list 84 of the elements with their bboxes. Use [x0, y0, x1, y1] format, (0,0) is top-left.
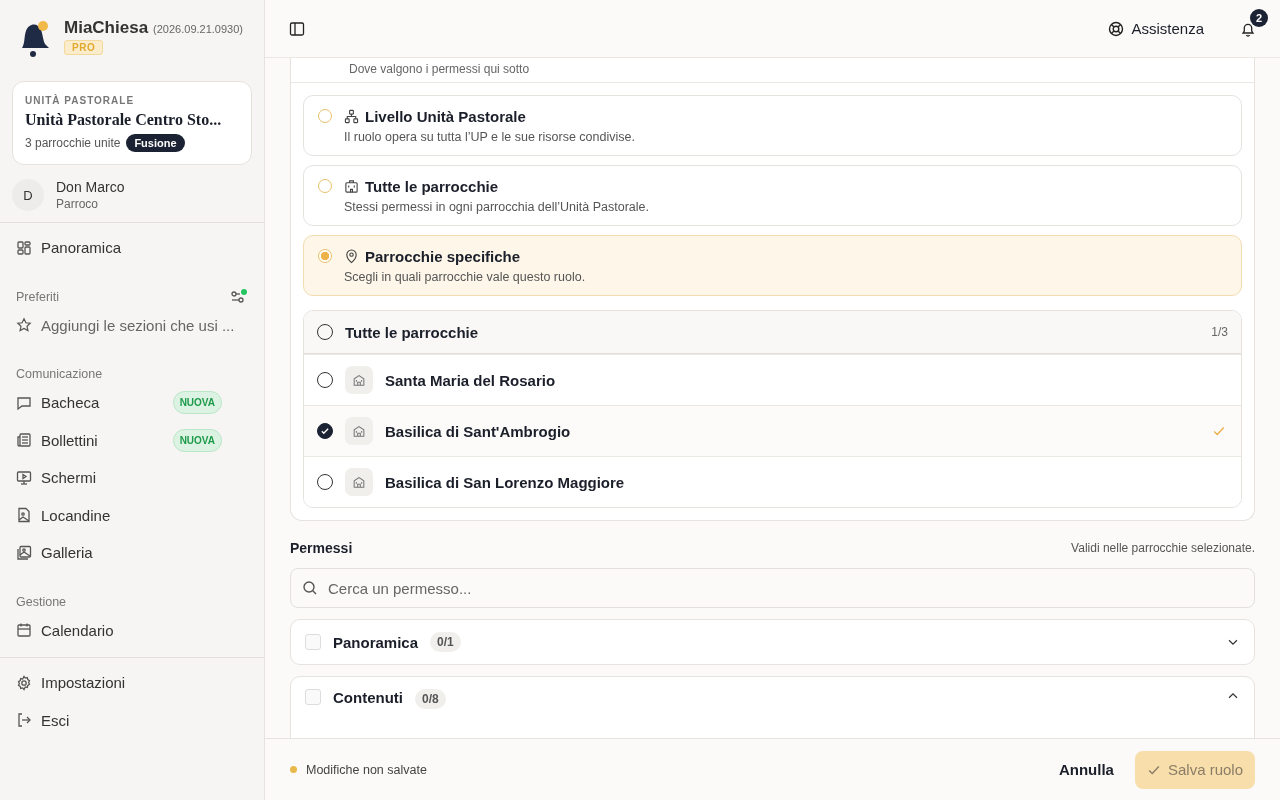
scope-subtitle: Dove valgono i permessi qui sotto — [349, 62, 530, 76]
gallery-icon — [16, 544, 32, 561]
unsaved-status: Modifiche non salvate — [306, 762, 428, 777]
parish-count: 3 parrocchie unite — [25, 136, 121, 150]
check-icon — [320, 426, 330, 436]
select-all-label: Tutte le parrocchie — [345, 323, 480, 341]
church-icon — [345, 468, 373, 496]
checkbox[interactable] — [317, 423, 333, 439]
option-description: Stessi permessi in ogni parrocchia dell’Unità Pastorale. — [344, 200, 649, 214]
calendar-icon — [16, 622, 32, 639]
user-name: Don Marco — [56, 179, 125, 195]
sidebar-item[interactable]: Impostazioni — [16, 664, 248, 702]
add-favorites-item[interactable]: Aggiungi le sezioni che usi ... — [16, 306, 248, 344]
sidebar-item[interactable]: Schermi — [16, 459, 96, 497]
group-name: Panoramica — [333, 633, 419, 651]
notification-count: 2 — [1250, 8, 1268, 27]
scope-option[interactable]: Parrocchie specifiche Scegli in quali parrocchie vale questo ruolo. — [303, 235, 1242, 296]
option-title: Parrocchie specifiche — [365, 248, 521, 265]
check-icon — [1212, 424, 1226, 438]
section-title: Gestione — [16, 594, 67, 609]
parish-name: Basilica di Sant'Ambrogio — [385, 422, 572, 440]
lifebuoy-icon — [1108, 20, 1125, 37]
sidebar-item[interactable]: Calendario — [16, 611, 114, 649]
search-icon — [302, 580, 318, 596]
image-file-icon — [16, 507, 32, 524]
grid-icon — [16, 239, 32, 256]
radio-button[interactable] — [318, 249, 332, 263]
select-all-row[interactable]: Tutte le parrocchie 1/3 — [304, 311, 1241, 354]
parish-row[interactable]: Basilica di San Lorenzo Maggiore — [304, 456, 1241, 507]
selection-count: 1/3 — [1211, 325, 1228, 339]
unit-card[interactable]: UNITÀ PASTORALE Unità Pastorale Centro Sto... 3 parrocchie unite Fusione — [12, 81, 252, 165]
app-version: (2026.09.21.0930) — [153, 23, 243, 35]
permission-group[interactable]: Panoramica 0/1 — [290, 619, 1255, 665]
option-title: Livello Unità Pastorale — [365, 108, 526, 125]
monitor-play-icon — [16, 469, 32, 486]
permissions-title: Permessi — [290, 540, 353, 556]
permission-group[interactable]: Contenuti 0/8 — [290, 676, 1255, 738]
group-count: 0/1 — [430, 632, 461, 652]
app-name: MiaChiesa — [64, 18, 149, 38]
sidebar-item[interactable]: Panoramica — [16, 229, 248, 267]
unit-label: UNITÀ PASTORALE — [25, 95, 136, 106]
sidebar-item[interactable]: Esci — [16, 701, 248, 739]
new-badge: NUOVA — [172, 428, 222, 452]
sidebar-item[interactable]: Galleria — [16, 534, 93, 572]
help-button[interactable]: Assistenza — [1108, 20, 1204, 37]
plan-badge: PRO — [64, 40, 104, 55]
scope-option[interactable]: Livello Unità Pastorale Il ruolo opera su tutta l’UP e le sue risorse condivise. — [303, 95, 1242, 156]
hierarchy-icon — [344, 109, 359, 124]
group-name: Contenuti — [333, 689, 403, 706]
unit-name: Unità Pastorale Centro Sto... — [25, 111, 223, 129]
group-count: 0/8 — [415, 689, 446, 709]
chat-icon — [16, 394, 32, 411]
church-icon — [345, 366, 373, 394]
sidebar-item[interactable]: Locandine — [16, 496, 111, 534]
option-description: Scegli in quali parrocchie vale questo ruolo. — [344, 270, 586, 284]
user-avatar: D — [12, 179, 44, 211]
sidebar-item[interactable]: Bollettini — [16, 421, 98, 459]
settings-icon — [16, 674, 32, 691]
section-title: Comunicazione — [16, 367, 103, 381]
radio-button[interactable] — [318, 179, 332, 193]
sidebar-toggle-icon[interactable] — [289, 20, 305, 37]
church-icon — [345, 417, 373, 445]
search-field[interactable]: Cerca un permesso... — [290, 568, 1255, 608]
newspaper-icon — [16, 432, 32, 449]
settings-toggle-icon[interactable] — [230, 288, 248, 305]
radio-button[interactable] — [318, 109, 332, 123]
sidebar-item[interactable]: Bacheca — [16, 384, 100, 422]
option-description: Il ruolo opera su tutta l’UP e le sue risorse condivise. — [344, 130, 635, 144]
building-icon — [344, 179, 359, 194]
option-title: Tutte le parrocchie — [365, 178, 499, 195]
cancel-button[interactable]: Annulla — [1048, 753, 1124, 786]
merge-badge: Fusione — [126, 134, 185, 152]
parish-row[interactable]: Basilica di Sant'Ambrogio — [304, 405, 1241, 456]
parish-name: Basilica di San Lorenzo Maggiore — [385, 473, 626, 491]
status-dot — [290, 766, 297, 773]
scope-option[interactable]: Tutte le parrocchie Stessi permessi in ogni parrocchia dell’Unità Pastorale. — [303, 165, 1242, 226]
new-badge: NUOVA — [172, 391, 222, 415]
section-title: Preferiti — [16, 289, 60, 304]
map-pin-icon — [344, 249, 359, 264]
logout-icon — [16, 712, 32, 729]
star-icon — [16, 317, 32, 334]
user-role: Parroco — [56, 197, 100, 211]
parish-name: Santa Maria del Rosario — [385, 371, 557, 389]
permissions-note: Validi nelle parrocchie selezionate. — [1071, 541, 1255, 555]
